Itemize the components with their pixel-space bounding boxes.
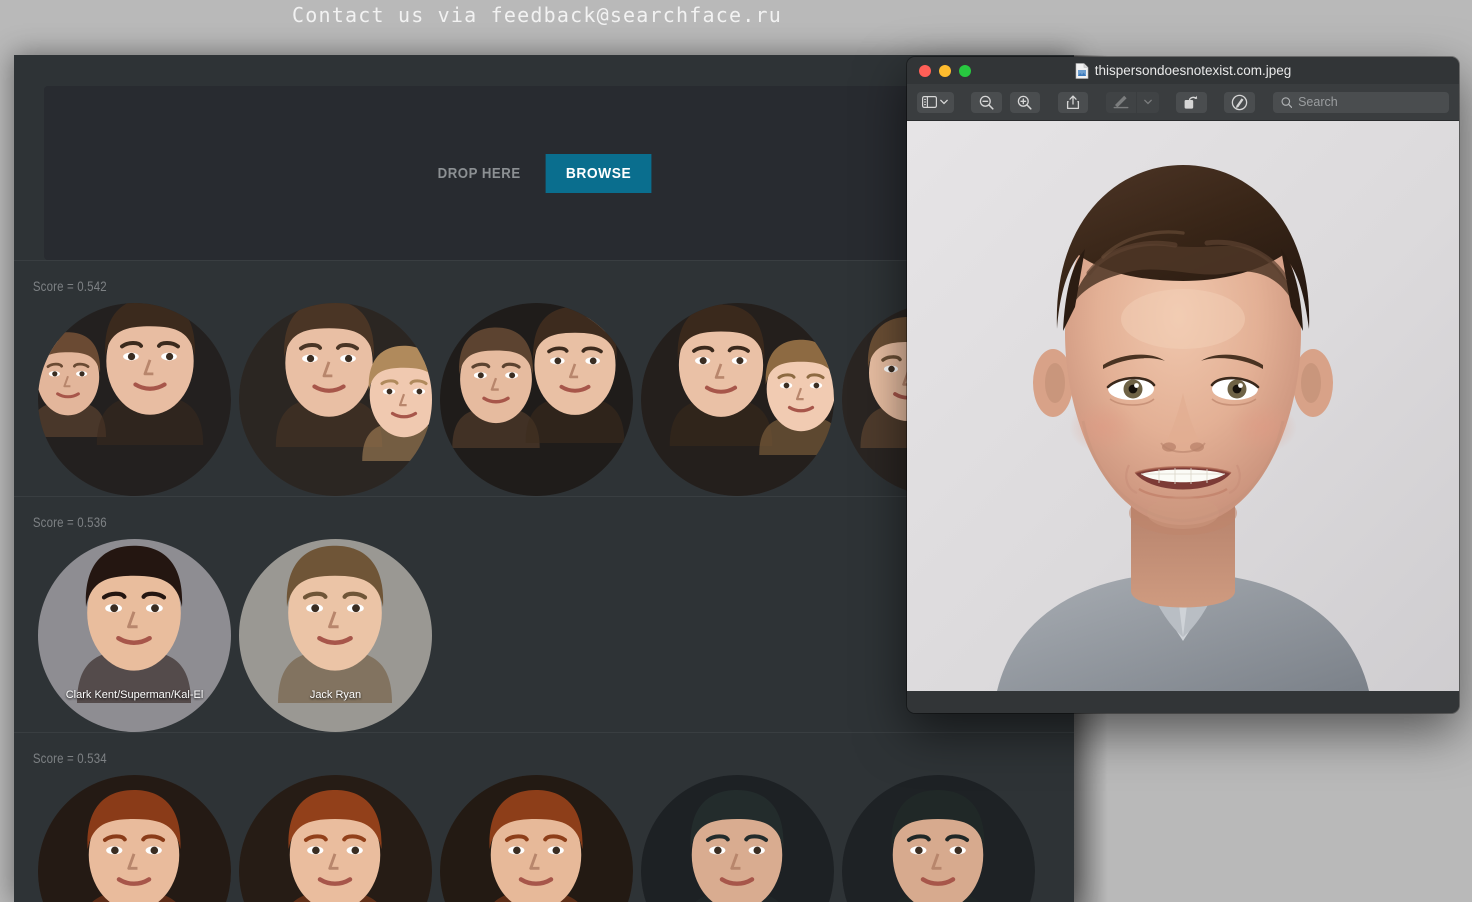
annotate-circle-pen-icon xyxy=(1231,94,1248,110)
pen-icon xyxy=(1113,95,1129,109)
window-controls xyxy=(907,64,971,77)
face-result-item[interactable] xyxy=(436,303,637,496)
preview-toolbar xyxy=(907,84,1459,121)
face-result-item[interactable] xyxy=(235,303,436,496)
zoom-in-button[interactable] xyxy=(1009,91,1040,113)
markup-dropdown-button[interactable] xyxy=(1136,91,1158,113)
result-group: Score = 0.534 xyxy=(14,732,1074,902)
face-thumbnail[interactable] xyxy=(239,539,432,732)
share-icon xyxy=(1066,95,1079,110)
face-thumbnail[interactable] xyxy=(239,775,432,902)
portrait-photo xyxy=(907,121,1459,691)
face-result-item[interactable]: Jack Ryan xyxy=(235,539,436,732)
face-result-item[interactable] xyxy=(436,775,637,902)
zoom-out-icon xyxy=(979,95,994,110)
sidebar-icon xyxy=(922,96,938,108)
zoom-in-icon xyxy=(1018,95,1032,110)
preview-image-canvas[interactable] xyxy=(907,121,1459,691)
search-icon xyxy=(1280,96,1292,108)
contact-text: Contact us via feedback@searchface.ru xyxy=(292,2,782,27)
share-button[interactable] xyxy=(1057,91,1089,113)
face-thumbnail[interactable] xyxy=(38,303,231,496)
preview-titlebar[interactable]: thispersondoesnotexist.com.jpeg xyxy=(907,57,1459,84)
face-row xyxy=(14,775,1074,902)
face-name-label: Jack Ryan xyxy=(309,689,362,701)
rotate-button[interactable] xyxy=(1176,91,1207,113)
score-label: Score = 0.542 xyxy=(32,278,107,294)
face-result-item[interactable] xyxy=(34,303,235,496)
annotate-button[interactable] xyxy=(1224,91,1255,113)
drop-here-label: DROP HERE xyxy=(437,164,521,182)
search-field[interactable] xyxy=(1272,91,1450,113)
face-thumbnail[interactable] xyxy=(38,539,231,732)
face-result-item[interactable] xyxy=(235,775,436,902)
drop-zone[interactable]: DROP HERE BROWSE xyxy=(44,86,1044,260)
browse-button[interactable]: BROWSE xyxy=(545,153,652,193)
markup-button[interactable] xyxy=(1106,92,1136,113)
preview-window-title: thispersondoesnotexist.com.jpeg xyxy=(1094,63,1292,78)
maximize-button[interactable] xyxy=(959,64,971,77)
face-result-item[interactable] xyxy=(637,775,838,902)
face-thumbnail[interactable] xyxy=(440,775,633,902)
document-icon xyxy=(1075,62,1088,79)
preview-title-group: thispersondoesnotexist.com.jpeg xyxy=(907,57,1459,84)
face-result-item[interactable] xyxy=(34,775,235,902)
face-thumbnail[interactable] xyxy=(641,775,834,902)
sidebar-toggle-button[interactable] xyxy=(917,91,954,113)
preview-window[interactable]: thispersondoesnotexist.com.jpeg xyxy=(907,57,1459,713)
markup-button-group[interactable] xyxy=(1105,91,1159,113)
preview-bottom-bar xyxy=(907,691,1459,713)
score-label: Score = 0.536 xyxy=(32,514,107,530)
face-name-label: Clark Kent/Superman/Kal-El xyxy=(65,689,204,701)
face-result-item[interactable] xyxy=(838,775,1039,902)
face-thumbnail[interactable] xyxy=(38,775,231,902)
zoom-out-button[interactable] xyxy=(971,91,1002,113)
close-button[interactable] xyxy=(919,64,931,77)
minimize-button[interactable] xyxy=(939,64,951,77)
face-result-item[interactable]: Clark Kent/Superman/Kal-El xyxy=(34,539,235,732)
chevron-down-icon xyxy=(940,99,949,105)
face-result-item[interactable] xyxy=(637,303,838,496)
face-thumbnail[interactable] xyxy=(440,303,633,496)
face-thumbnail[interactable] xyxy=(239,303,432,496)
contact-banner: Contact us via feedback@searchface.ru xyxy=(0,0,1074,29)
rotate-icon xyxy=(1185,95,1198,109)
score-label: Score = 0.534 xyxy=(32,750,107,766)
chevron-down-icon xyxy=(1143,99,1152,105)
face-thumbnail[interactable] xyxy=(842,775,1035,902)
face-thumbnail[interactable] xyxy=(641,303,834,496)
drop-zone-inner: DROP HERE BROWSE xyxy=(432,153,655,193)
search-input[interactable] xyxy=(1298,95,1442,109)
